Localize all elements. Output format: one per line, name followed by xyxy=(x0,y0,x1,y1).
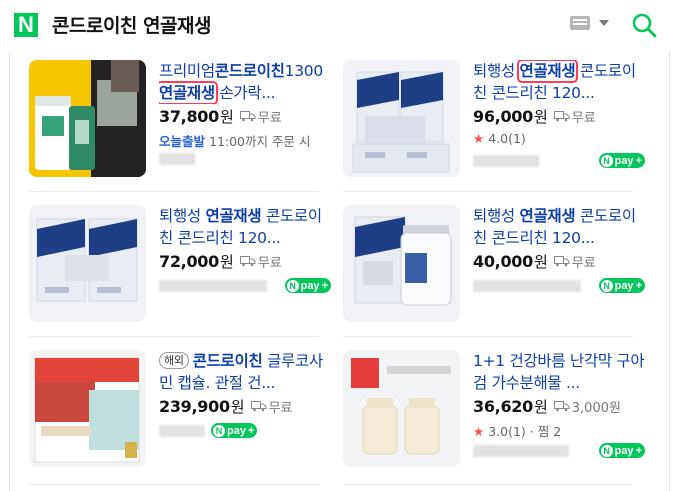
product-image[interactable] xyxy=(343,205,460,322)
product-price: 36,620 xyxy=(473,397,533,416)
truck-icon xyxy=(239,111,256,122)
product-card[interactable]: 퇴행성 연골재생 콘도로이친 콘드리친 120... 96,000 원 무료 ★ … xyxy=(343,60,661,190)
product-title[interactable]: 퇴행성 연골재생 콘도로이친 콘드리친 120... xyxy=(159,205,331,249)
right-edge xyxy=(669,52,670,491)
product-card[interactable]: 해외 콘드로이친 글루코사민 캡슐. 관절 건... 239,900 원 무료 Np… xyxy=(29,350,347,480)
star-icon: ★ xyxy=(473,424,485,439)
row-divider xyxy=(29,336,319,337)
left-edge xyxy=(9,52,10,491)
truck-icon xyxy=(239,256,256,267)
product-image[interactable] xyxy=(343,60,460,177)
product-card[interactable]: 퇴행성 연골재생 콘도로이친 콘드리친 120... 40,000 원 무료 Np… xyxy=(343,205,661,335)
seller-name[interactable] xyxy=(473,154,539,167)
product-title[interactable]: 퇴행성 연골재생 콘도로이친 콘드리친 120... xyxy=(473,60,645,104)
product-image[interactable] xyxy=(343,350,460,467)
product-image[interactable] xyxy=(29,350,146,467)
naver-pay-badge: Npay + xyxy=(598,153,645,168)
shipping-info: 무료 xyxy=(239,252,282,271)
shipping-info: 무료 xyxy=(553,107,596,126)
product-title[interactable]: 해외 콘드로이친 글루코사민 캡슐. 관절 건... xyxy=(159,350,331,394)
truck-icon xyxy=(553,401,570,412)
seller-name[interactable] xyxy=(159,424,205,437)
product-price: 40,000 xyxy=(473,252,533,271)
row-divider xyxy=(343,336,633,337)
naver-pay-badge: Npay + xyxy=(598,443,645,458)
product-price: 239,900 xyxy=(159,397,230,416)
shipping-info: 무료 xyxy=(239,107,282,126)
seller-name[interactable] xyxy=(159,279,267,292)
star-icon: ★ xyxy=(473,131,485,146)
naver-pay-badge: Npay + xyxy=(598,278,645,293)
product-price: 96,000 xyxy=(473,107,533,126)
product-price: 72,000 xyxy=(159,252,219,271)
search-query-text[interactable]: 콘드로이친 연골재생 xyxy=(52,11,211,38)
rating-info: ★ 3.0(1) · 찜 2 xyxy=(473,424,562,439)
row-divider xyxy=(343,191,633,192)
product-card[interactable]: 퇴행성 연골재생 콘도로이친 콘드리친 120... 72,000 원 무료 Np… xyxy=(29,205,347,335)
product-card[interactable]: 프리미엄콘드로이친1300 연골재생 손가락... 37,800 원 무료 오늘출… xyxy=(29,60,347,190)
product-image[interactable] xyxy=(29,205,146,322)
naver-pay-badge: Npay + xyxy=(284,278,331,293)
naver-logo[interactable]: N xyxy=(14,13,38,37)
product-image[interactable] xyxy=(29,60,146,177)
chevron-down-icon[interactable] xyxy=(599,20,609,26)
truck-icon xyxy=(553,256,570,267)
shipping-info: 무료 xyxy=(250,397,293,416)
delivery-info: 오늘출발 11:00까지 주문 시 xyxy=(159,134,311,149)
row-divider xyxy=(29,191,319,192)
shipping-info: 무료 xyxy=(553,252,596,271)
product-title[interactable]: 1+1 건강바름 난각막 구아검 가수분해물 ... xyxy=(473,350,645,394)
row-divider xyxy=(29,484,319,485)
shipping-info: 3,000원 xyxy=(553,397,621,416)
truck-icon xyxy=(250,401,267,412)
product-title[interactable]: 퇴행성 연골재생 콘도로이친 콘드리친 120... xyxy=(473,205,645,249)
naver-pay-badge: Npay + xyxy=(211,423,258,438)
seller-name[interactable] xyxy=(159,153,195,165)
product-card[interactable]: 1+1 건강바름 난각막 구아검 가수분해물 ... 36,620 원 3,000… xyxy=(343,350,661,480)
product-title[interactable]: 프리미엄콘드로이친1300 연골재생 손가락... xyxy=(159,60,331,104)
overseas-badge: 해외 xyxy=(159,352,189,369)
keyboard-icon[interactable] xyxy=(570,16,590,30)
row-divider xyxy=(343,484,633,485)
truck-icon xyxy=(553,111,570,122)
product-price: 37,800 xyxy=(159,107,219,126)
rating-info: ★ 4.0(1) xyxy=(473,131,526,146)
seller-name[interactable] xyxy=(473,444,569,457)
seller-name[interactable] xyxy=(473,279,581,292)
search-header: N 콘드로이친 연골재생 xyxy=(0,0,680,52)
search-icon[interactable] xyxy=(630,11,658,39)
